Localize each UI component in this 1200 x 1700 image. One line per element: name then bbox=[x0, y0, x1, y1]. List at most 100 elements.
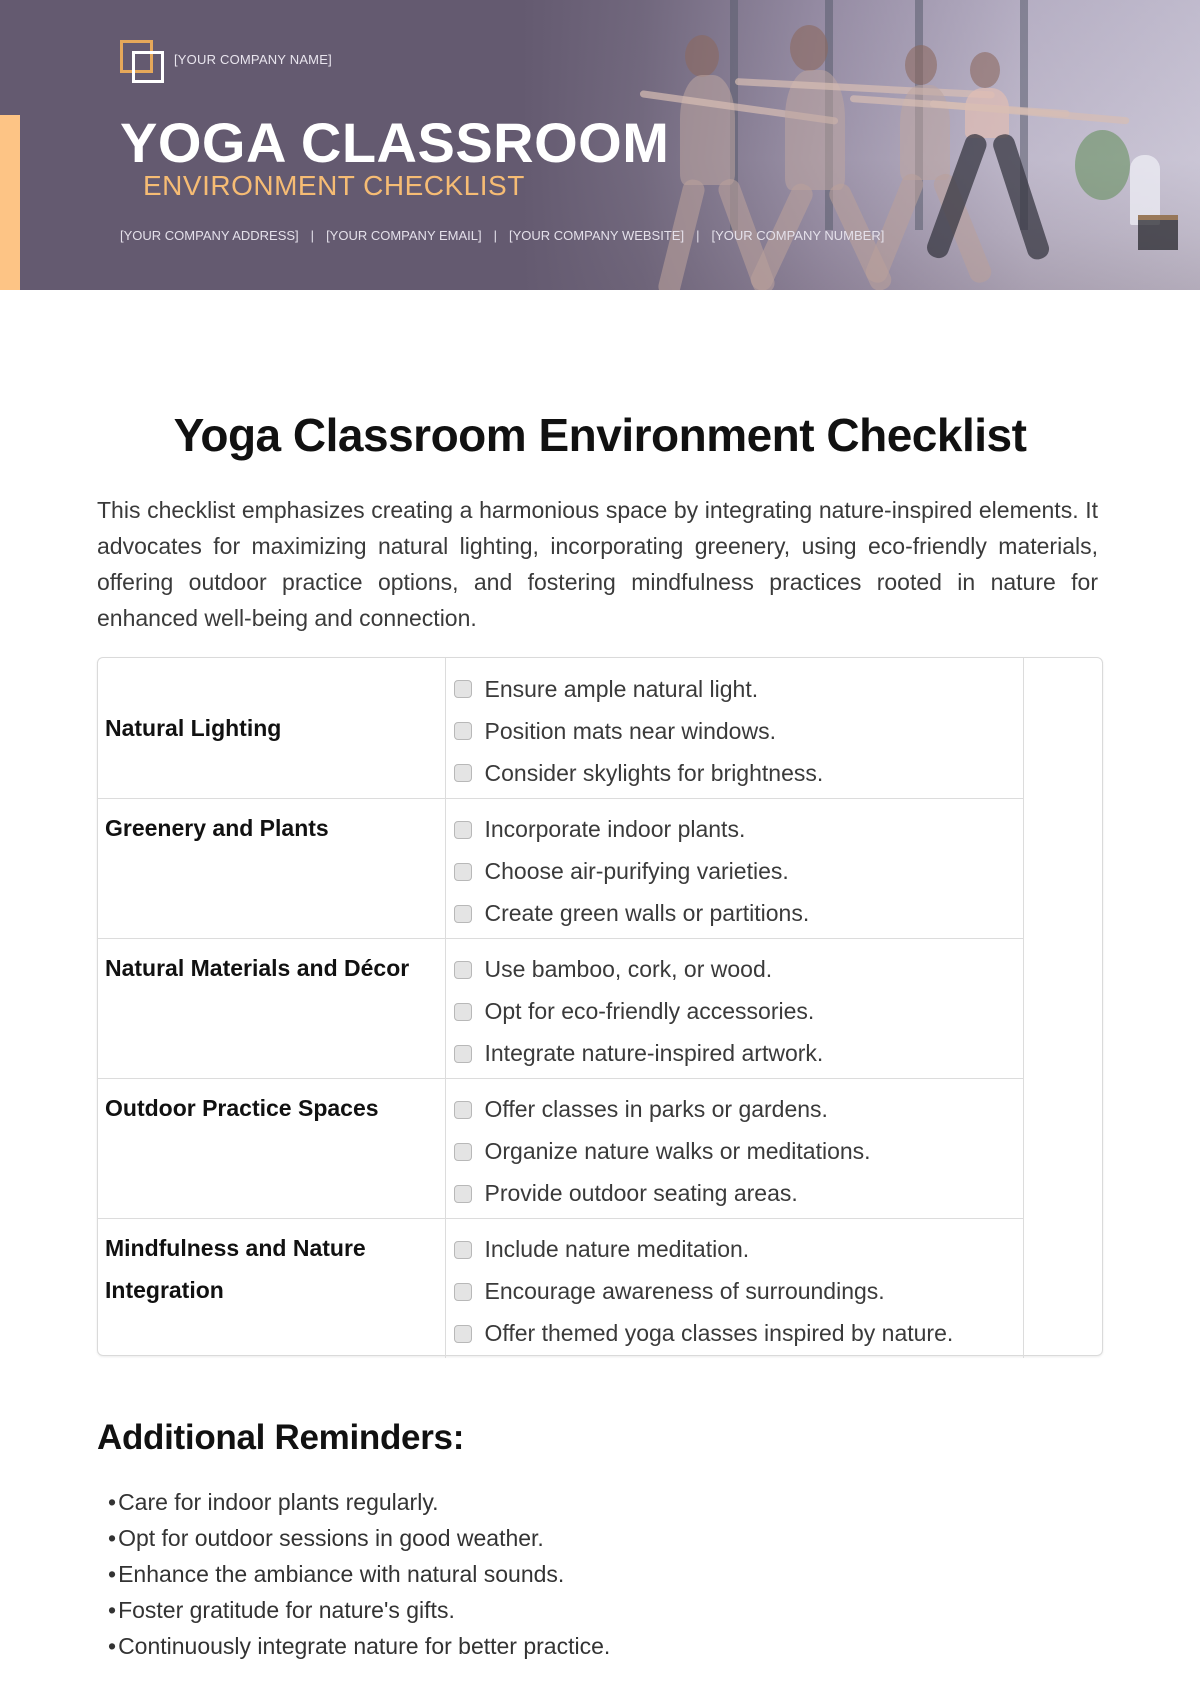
page-title: Yoga Classroom Environment Checklist bbox=[173, 409, 1027, 461]
checkbox[interactable] bbox=[453, 680, 472, 698]
checklist-item[interactable]: Use bamboo, cork, or wood. bbox=[453, 949, 1024, 991]
checkbox[interactable] bbox=[453, 1142, 472, 1161]
reminder-text: Foster gratitude for nature's gifts. bbox=[118, 1597, 455, 1623]
intro-paragraph: This checklist emphasizes creating a har… bbox=[97, 497, 1098, 631]
checklist-item[interactable]: Incorporate indoor plants. bbox=[453, 809, 1024, 851]
items-cell: Incorporate indoor plants. Choose air-pu… bbox=[444, 797, 1024, 939]
checkbox[interactable] bbox=[453, 1184, 472, 1203]
separator: | bbox=[310, 228, 315, 243]
person-head bbox=[790, 25, 828, 71]
category-greenery-and-plants: Greenery and Plants bbox=[98, 797, 446, 939]
checklist-item[interactable]: Ensure ample natural light. bbox=[453, 668, 1024, 710]
logo-square-white bbox=[132, 51, 164, 83]
checkbox[interactable] bbox=[453, 1100, 472, 1119]
items-cell: Use bamboo, cork, or wood. Opt for eco-f… bbox=[444, 937, 1024, 1079]
list-item: •Opt for outdoor sessions in good weathe… bbox=[108, 1520, 610, 1556]
company-address: [YOUR COMPANY ADDRESS] bbox=[120, 228, 299, 243]
checklist-item[interactable]: Provide outdoor seating areas. bbox=[453, 1173, 1024, 1215]
category-outdoor-practice: Outdoor Practice Spaces bbox=[98, 1077, 446, 1219]
separator: | bbox=[493, 228, 498, 243]
company-email: [YOUR COMPANY EMAIL] bbox=[326, 228, 482, 243]
item-label: Opt for eco-friendly accessories. bbox=[484, 998, 815, 1024]
item-label: Organize nature walks or meditations. bbox=[484, 1138, 871, 1164]
overlapping-squares-icon bbox=[120, 40, 166, 86]
header-banner: [YOUR COMPANY NAME] YOGA CLASSROOM ENVIR… bbox=[0, 0, 1200, 290]
checkbox[interactable] bbox=[453, 820, 472, 839]
checklist-item[interactable]: Offer themed yoga classes inspired by na… bbox=[453, 1313, 1024, 1355]
table-row: Outdoor Practice Spaces Offer classes in… bbox=[98, 1077, 1024, 1219]
table-row: Natural Lighting Ensure ample natural li… bbox=[98, 658, 1024, 799]
list-item: •Enhance the ambiance with natural sound… bbox=[108, 1556, 610, 1592]
company-number: [YOUR COMPANY NUMBER] bbox=[711, 228, 885, 243]
item-label: Use bamboo, cork, or wood. bbox=[484, 956, 773, 982]
company-name: [YOUR COMPANY NAME] bbox=[174, 52, 332, 67]
category-mindfulness: Mindfulness and Nature Integration bbox=[98, 1217, 446, 1358]
item-label: Create green walls or partitions. bbox=[484, 900, 810, 926]
separator: | bbox=[696, 228, 700, 243]
banner-title: YOGA CLASSROOM bbox=[120, 111, 670, 174]
accent-bar bbox=[0, 115, 20, 290]
checkbox[interactable] bbox=[453, 1044, 472, 1063]
list-item: •Continuously integrate nature for bette… bbox=[108, 1628, 610, 1664]
item-label: Include nature meditation. bbox=[484, 1236, 750, 1262]
checklist-item[interactable]: Choose air-purifying varieties. bbox=[453, 851, 1024, 893]
item-label: Consider skylights for brightness. bbox=[484, 759, 824, 786]
checkbox[interactable] bbox=[453, 764, 472, 782]
checkbox[interactable] bbox=[453, 904, 472, 923]
checklist-item[interactable]: Include nature meditation. bbox=[453, 1229, 1024, 1271]
category-natural-lighting: Natural Lighting bbox=[98, 658, 446, 799]
checklist-item[interactable]: Position mats near windows. bbox=[453, 710, 1024, 752]
checklist-item[interactable]: Integrate nature-inspired artwork. bbox=[453, 1033, 1024, 1075]
list-item: •Foster gratitude for nature's gifts. bbox=[108, 1592, 610, 1628]
item-label: Choose air-purifying varieties. bbox=[484, 858, 789, 884]
item-label: Provide outdoor seating areas. bbox=[484, 1180, 798, 1206]
room-box bbox=[1138, 215, 1178, 250]
reminder-text: Enhance the ambiance with natural sounds… bbox=[118, 1561, 565, 1587]
items-cell: Include nature meditation. Encourage awa… bbox=[444, 1217, 1024, 1358]
person-head bbox=[685, 35, 719, 77]
checkbox[interactable] bbox=[453, 1002, 472, 1021]
item-label: Position mats near windows. bbox=[484, 717, 776, 744]
item-label: Ensure ample natural light. bbox=[484, 675, 759, 702]
checklist-item[interactable]: Encourage awareness of surroundings. bbox=[453, 1271, 1024, 1313]
person-body bbox=[680, 75, 735, 185]
bullet-icon: • bbox=[108, 1597, 117, 1623]
checkbox[interactable] bbox=[453, 1240, 472, 1259]
reminders-heading: Additional Reminders: bbox=[97, 1418, 465, 1457]
checklist-item[interactable]: Create green walls or partitions. bbox=[453, 893, 1024, 935]
list-item: •Care for indoor plants regularly. bbox=[108, 1484, 610, 1520]
checklist-grid: Natural Lighting Ensure ample natural li… bbox=[98, 658, 1024, 1358]
item-label: Integrate nature-inspired artwork. bbox=[484, 1040, 824, 1066]
item-label: Incorporate indoor plants. bbox=[484, 816, 746, 842]
person-arm bbox=[929, 100, 1130, 125]
item-label: Encourage awareness of surroundings. bbox=[484, 1278, 885, 1304]
category-natural-materials: Natural Materials and Décor bbox=[98, 937, 446, 1079]
items-cell: Ensure ample natural light. Position mat… bbox=[444, 658, 1024, 799]
checkbox[interactable] bbox=[453, 862, 472, 881]
checklist-item[interactable]: Offer classes in parks or gardens. bbox=[453, 1089, 1024, 1131]
checklist-table: Natural Lighting Ensure ample natural li… bbox=[97, 657, 1103, 1358]
bullet-icon: • bbox=[108, 1561, 117, 1587]
bullet-icon: • bbox=[108, 1489, 117, 1515]
checklist-item[interactable]: Organize nature walks or meditations. bbox=[453, 1131, 1024, 1173]
bullet-icon: • bbox=[108, 1633, 117, 1659]
reminders-list: •Care for indoor plants regularly. •Opt … bbox=[108, 1484, 610, 1664]
person-head bbox=[970, 52, 1000, 88]
checkbox[interactable] bbox=[453, 722, 472, 740]
items-cell: Offer classes in parks or gardens. Organ… bbox=[444, 1077, 1024, 1219]
bullet-icon: • bbox=[108, 1525, 117, 1551]
table-row: Greenery and Plants Incorporate indoor p… bbox=[98, 797, 1024, 939]
checkbox[interactable] bbox=[453, 1282, 472, 1301]
contact-line: [YOUR COMPANY ADDRESS] | [YOUR COMPANY E… bbox=[120, 228, 884, 243]
checkbox[interactable] bbox=[453, 960, 472, 979]
company-website: [YOUR COMPANY WEBSITE] bbox=[509, 228, 685, 243]
person-head bbox=[905, 45, 937, 85]
checkbox[interactable] bbox=[453, 1324, 472, 1343]
checklist-item[interactable]: Opt for eco-friendly accessories. bbox=[453, 991, 1024, 1033]
checklist-item[interactable]: Consider skylights for brightness. bbox=[453, 752, 1024, 794]
reminder-text: Care for indoor plants regularly. bbox=[118, 1489, 439, 1515]
banner-subtitle: ENVIRONMENT CHECKLIST bbox=[143, 170, 525, 201]
table-row: Natural Materials and Décor Use bamboo, … bbox=[98, 937, 1024, 1079]
table-row: Mindfulness and Nature Integration Inclu… bbox=[98, 1217, 1024, 1358]
reminder-text: Continuously integrate nature for better… bbox=[118, 1633, 611, 1659]
